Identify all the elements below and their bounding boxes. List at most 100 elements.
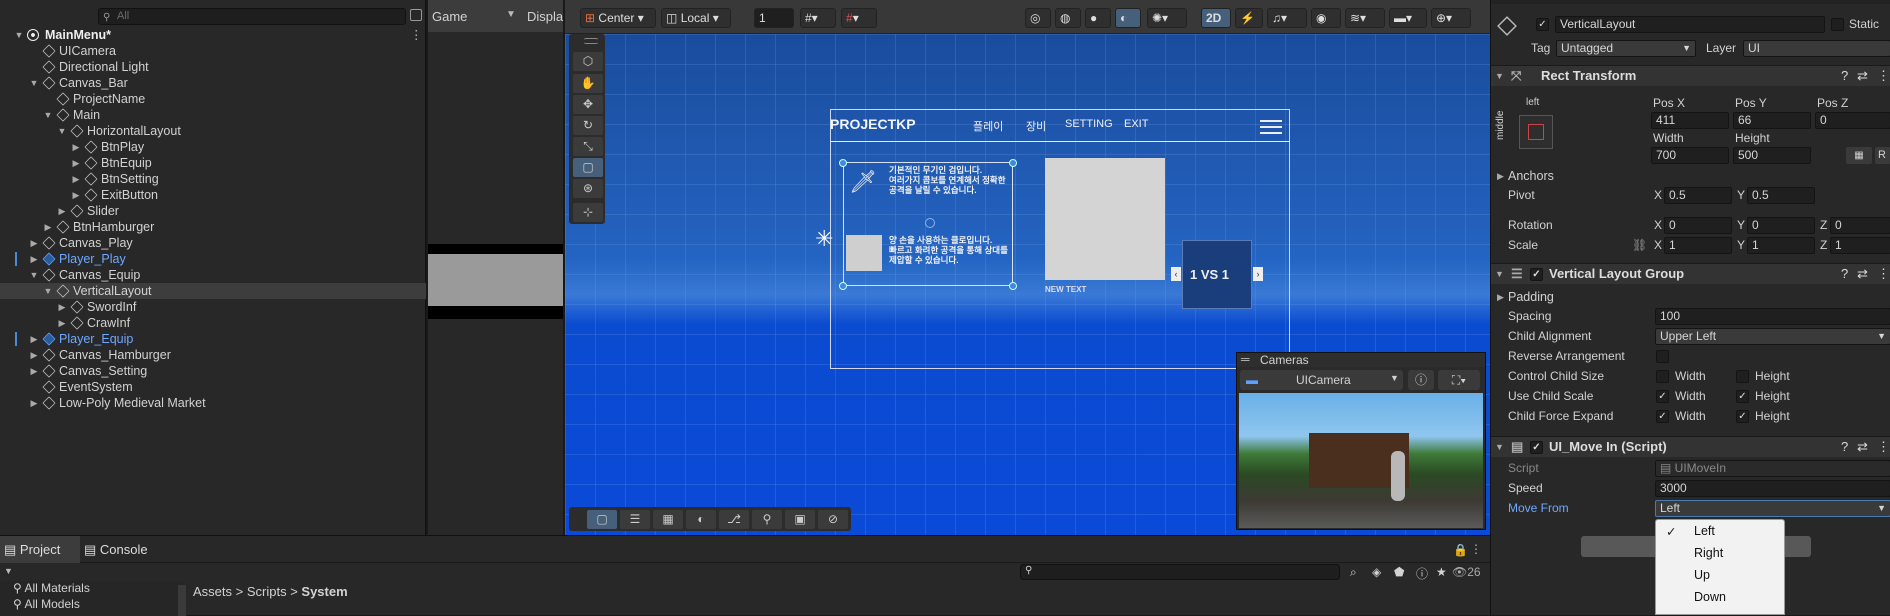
camera-info-icon[interactable]: ⓘ [1408,370,1434,390]
expand-arrow-icon[interactable]: ▼ [57,123,67,139]
tree-item-btnplay[interactable]: ▶ BtnPlay [0,139,426,155]
breadcrumb-assets[interactable]: Assets [193,584,232,599]
tree-item-canvas-equip[interactable]: ▼ Canvas_Equip [0,267,426,283]
breadcrumb-scripts[interactable]: Scripts [247,584,287,599]
mode-2d-button[interactable]: 2D [1201,8,1231,28]
preset-icon[interactable]: ⇄ [1857,66,1868,86]
height-input[interactable]: 500 [1733,147,1811,164]
audio-fx-icon[interactable]: ♫▾ [1267,8,1307,28]
scrollbar[interactable] [178,585,186,616]
reverse-checkbox[interactable] [1656,350,1669,363]
tree-item-swordinf[interactable]: ▶ SwordInf [0,299,426,315]
link-icon[interactable]: ⛓ [1632,238,1647,252]
anchor-preset-button[interactable] [1519,115,1553,149]
pivot-x-input[interactable]: 0.5 [1664,187,1732,204]
pivot-y-input[interactable]: 0.5 [1747,187,1815,204]
rot-x-input[interactable]: 0 [1664,217,1732,234]
tree-item-canvas-hamburger[interactable]: ▶ Canvas_Hamburger [0,347,426,363]
breadcrumb-system[interactable]: System [301,584,347,599]
scale-tool-icon[interactable]: ⤡ [573,137,603,156]
pivot-marker-icon[interactable]: ✳ [815,226,833,252]
scale-width-checkbox[interactable]: ✓ [1656,390,1669,403]
view-tool-icon[interactable]: ⬡ [573,52,603,71]
collapse-arrow-icon[interactable]: ▶ [29,395,39,411]
component-enabled-checkbox[interactable]: ✓ [1530,268,1543,281]
transform-tool-icon[interactable]: ⊛ [573,179,603,198]
collapse-arrow-icon[interactable]: ▶ [29,251,39,267]
expand-arrow-icon[interactable]: ▼ [43,107,53,123]
star-icon[interactable]: ★ [1436,565,1447,579]
hand-tool-icon[interactable]: ✋ [573,74,603,93]
tree-item-light[interactable]: Directional Light [0,59,426,75]
screen-icon[interactable]: ▣ [785,510,815,529]
collapse-arrow-icon[interactable]: ▶ [71,171,81,187]
collapse-arrow-icon[interactable]: ▶ [29,331,39,347]
rect-tool-icon[interactable]: ▢ [573,158,603,177]
active-checkbox[interactable]: ✓ [1536,18,1549,31]
project-search-input[interactable]: ⚲ [1020,564,1340,580]
expand-arrow-icon[interactable]: ▼ [29,75,39,91]
wireframe-icon[interactable]: ◍ [1055,8,1081,28]
width-input[interactable]: 700 [1651,147,1729,164]
rect-handle[interactable] [1009,282,1017,290]
tree-item-btnsetting[interactable]: ▶ BtnSetting [0,171,426,187]
help-icon[interactable]: ? [1841,66,1848,86]
expand-arrow-icon[interactable]: ▼ [29,267,39,283]
shaded-icon[interactable]: ● [1085,8,1111,28]
rot-y-input[interactable]: 0 [1747,217,1815,234]
display-dropdown[interactable]: Displa [527,9,563,24]
tree-item-btnhamburger[interactable]: ▶ BtnHamburger [0,219,426,235]
tree-item-btnequip[interactable]: ▶ BtnEquip [0,155,426,171]
tab-console[interactable]: ▤ Console [84,536,164,563]
tree-item-player-play[interactable]: ▶ Player_Play [0,251,426,267]
collapse-arrow-icon[interactable]: ▶ [29,235,39,251]
label-filter-icon[interactable]: ⬟ [1394,565,1404,579]
dropdown-arrow-icon[interactable]: ▼ [4,566,13,576]
option-up[interactable]: Up [1656,564,1786,586]
scale-height-checkbox[interactable]: ✓ [1736,390,1749,403]
lit-icon[interactable]: ◐ [1115,8,1141,28]
expand-width-checkbox[interactable]: ✓ [1656,410,1669,423]
scale-y-input[interactable]: 1 [1747,237,1815,254]
collapse-arrow-icon[interactable]: ▶ [57,299,67,315]
tree-item-canvas-bar[interactable]: ▼ Canvas_Bar [0,75,426,91]
camera-fit-icon[interactable]: ⛶▾ [1438,370,1480,390]
debug-icon[interactable]: ✺▾ [1147,8,1187,28]
posy-input[interactable]: 66 [1733,112,1811,129]
collapse-arrow-icon[interactable]: ▶ [29,363,39,379]
scale-z-input[interactable]: 1 [1830,237,1890,254]
more-options-icon[interactable]: ⋮ [1877,264,1890,284]
favorite-all-models[interactable]: ⚲ All Models [13,597,80,611]
help-icon[interactable]: ? [1841,437,1848,457]
collapse-arrow-icon[interactable]: ▶ [43,219,53,235]
grid-size-input[interactable]: 1 [754,8,794,28]
preset-icon[interactable]: ⇄ [1857,437,1868,457]
hierarchy-root[interactable]: ▼ MainMenu* ⋮ [0,27,426,43]
space-dropdown[interactable]: ◫ Local ▾ [661,8,731,28]
snap-increment-button[interactable]: #▾ [841,8,877,28]
zoom-icon[interactable]: ⚲ [752,510,782,529]
collapse-arrow-icon[interactable]: ▼ [1495,66,1504,86]
static-checkbox[interactable] [1831,18,1844,31]
control-height-checkbox[interactable] [1736,370,1749,383]
more-options-icon[interactable]: ⋮ [1470,542,1482,556]
tree-item-projectname[interactable]: ProjectName [0,91,426,107]
draw-mode-icon[interactable]: ◎ [1025,8,1051,28]
tree-item-canvas-setting[interactable]: ▶ Canvas_Setting [0,363,426,379]
pivot-circle[interactable] [925,218,935,228]
raw-edit-button[interactable]: R [1875,147,1890,164]
rect-handle[interactable] [839,282,847,290]
spacing-input[interactable]: 100 [1655,308,1890,325]
scene-search-icon[interactable] [410,9,422,21]
path-icon[interactable]: ⎇ [719,510,749,529]
mesh-icon[interactable]: ▦ [653,510,683,529]
lighting-toggle-icon[interactable]: ⚡ [1235,8,1263,28]
rot-z-input[interactable]: 0 [1830,217,1890,234]
lock-icon[interactable]: 🔒 [1453,543,1468,557]
gizmos-icon[interactable]: ⊕▾ [1431,8,1471,28]
collapse-arrow-icon[interactable]: ▶ [57,203,67,219]
move-tool-icon[interactable]: ✥ [573,95,603,114]
move-from-dropdown[interactable]: Left ▼ [1655,500,1890,517]
warning-icon[interactable]: ⓘ [1416,565,1428,582]
visibility-icon[interactable]: ◉ [1311,8,1341,28]
